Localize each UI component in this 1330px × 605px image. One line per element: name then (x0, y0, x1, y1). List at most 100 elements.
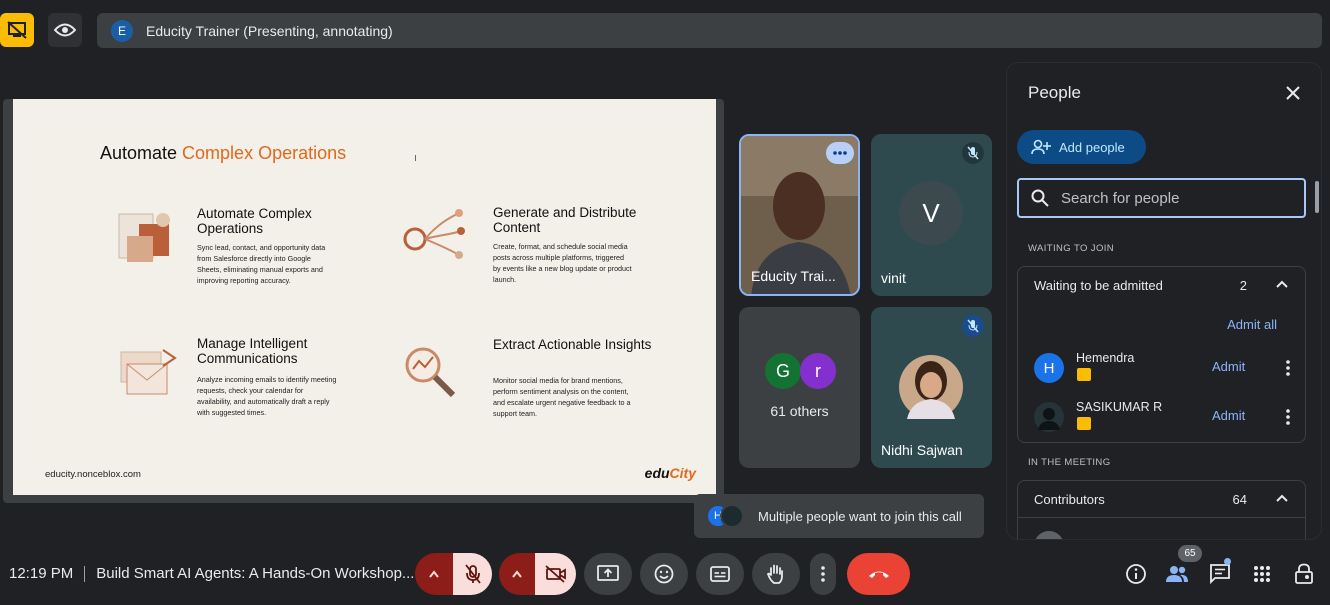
more-horiz-icon (833, 151, 847, 155)
avatar (720, 504, 744, 528)
panel-scrollbar[interactable] (1315, 181, 1319, 213)
participant-tile-trainer[interactable]: Educity Trai... (739, 134, 860, 296)
present-to-all-icon (597, 565, 619, 581)
people-button[interactable] (1165, 562, 1189, 586)
camera-toggle-button[interactable] (535, 553, 576, 595)
chat-button[interactable] (1208, 562, 1232, 586)
person-name: SASIKUMAR R (1076, 400, 1163, 414)
join-request-toast[interactable]: H Multiple people want to join this call (694, 494, 984, 538)
search-field[interactable] (1017, 178, 1306, 218)
divider (1018, 517, 1305, 518)
card-heading: Extract Actionable Insights (493, 337, 652, 352)
videocam-off-icon (544, 565, 566, 583)
admit-all-button[interactable]: Admit all (1227, 317, 1277, 332)
participant-photo (899, 355, 963, 419)
participant-avatar: G (765, 353, 801, 389)
call-end-icon (868, 571, 889, 578)
divider (84, 565, 86, 582)
raise-hand-button[interactable] (752, 553, 800, 595)
card-heading: Generate and Distribute Content (493, 205, 637, 235)
participant-tile-others[interactable]: G r 61 others (739, 307, 860, 468)
more-options-button[interactable] (810, 553, 836, 595)
chevron-up-icon (1276, 280, 1288, 288)
toast-avatars: H (706, 504, 746, 528)
video-settings-button[interactable] (499, 553, 535, 595)
search-input[interactable] (1061, 189, 1281, 207)
clock-time: 12:19 PM (9, 565, 74, 582)
presenter-avatar: E (111, 19, 133, 42)
reactions-button[interactable] (640, 553, 688, 595)
card-body: Monitor social media for brand mentions,… (493, 376, 631, 418)
participant-name: Educity Trai... (751, 268, 836, 284)
admit-button[interactable]: Admit (1212, 408, 1245, 423)
card-heading: Automate Complex Operations (197, 206, 312, 236)
chevron-up-icon (1276, 494, 1288, 502)
chevron-up-icon (512, 570, 522, 578)
eye-icon (54, 23, 76, 37)
audio-settings-button[interactable] (415, 553, 453, 595)
more-vert-icon (821, 566, 825, 582)
admit-button[interactable]: Admit (1212, 359, 1245, 374)
card-heading: Manage Intelligent Communications (197, 336, 308, 366)
content-illustration (403, 209, 465, 259)
presenting-badge-icon (1077, 417, 1091, 430)
more-options-button[interactable] (1280, 357, 1296, 379)
collapse-contributors-button[interactable] (1273, 490, 1291, 508)
presenting-badge-icon (1077, 368, 1091, 381)
insights-illustration (405, 347, 456, 398)
top-bar: E Educity Trainer (Presenting, annotatin… (0, 12, 1330, 50)
waiting-section-label: WAITING TO JOIN (1028, 243, 1115, 254)
present-screen-button[interactable] (584, 553, 632, 595)
slide-footer-url: educity.nonceblox.com (45, 469, 141, 480)
waiting-count: 2 (1239, 278, 1247, 293)
view-button[interactable] (48, 13, 82, 47)
people-count-badge: 65 (1178, 545, 1202, 562)
more-vert-icon (1286, 360, 1290, 376)
activities-button[interactable] (1250, 562, 1274, 586)
avatar: H (1034, 353, 1064, 383)
close-panel-button[interactable] (1283, 83, 1303, 103)
participant-tile-vinit[interactable]: V vinit (871, 134, 992, 296)
card-body: Sync lead, contact, and opportunity data… (197, 243, 326, 285)
participant-tile-nidhi[interactable]: Nidhi Sajwan (871, 307, 992, 468)
presentation-slide: Automate Complex Operations Automate Com… (13, 99, 716, 495)
contributors-group-title: Contributors (1034, 492, 1105, 507)
card-body: Create, format, and schedule social medi… (493, 242, 632, 284)
slide-title: Automate Complex Operations (100, 143, 347, 163)
more-options-button[interactable] (826, 142, 854, 164)
microphone-control (415, 553, 492, 595)
lock-person-icon (1295, 563, 1313, 584)
profile-photo (1034, 402, 1064, 432)
meeting-details-button[interactable] (1124, 562, 1148, 586)
camera-control (499, 553, 576, 595)
add-people-button[interactable]: Add people (1017, 130, 1146, 164)
microphone-toggle-button[interactable] (453, 553, 492, 595)
presentation-frame: Automate Complex Operations Automate Com… (3, 99, 724, 503)
leave-call-button[interactable] (847, 553, 910, 595)
host-controls-button[interactable] (1292, 562, 1316, 586)
person-name: Hemendra (1076, 351, 1135, 365)
add-people-label: Add people (1059, 139, 1125, 155)
panel-title: People (1028, 83, 1081, 102)
waiting-group-title: Waiting to be admitted (1034, 278, 1163, 293)
waiting-person: SASIKUMAR R Admit (1034, 400, 1294, 434)
waiting-person: H Hemendra Admit (1034, 351, 1294, 385)
close-icon (1286, 86, 1300, 100)
chevron-up-icon (429, 570, 439, 578)
presenter-banner: E Educity Trainer (Presenting, annotatin… (97, 13, 1322, 48)
stop-presenting-button[interactable] (0, 13, 34, 47)
participant-avatar: r (800, 353, 836, 389)
captions-button[interactable] (696, 553, 744, 595)
toast-message: Multiple people want to join this call (758, 508, 962, 524)
people-panel: People Add people WAITING TO JO (1006, 62, 1322, 540)
more-options-button[interactable] (1280, 406, 1296, 428)
others-count-label: 61 others (770, 403, 829, 419)
meeting-info: 12:19 PM Build Smart AI Agents: A Hands-… (9, 565, 414, 582)
mic-off-icon (967, 319, 979, 333)
collapse-waiting-button[interactable] (1273, 276, 1291, 294)
info-icon (1126, 564, 1146, 584)
chat-icon (1210, 564, 1230, 585)
presenter-label: Educity Trainer (Presenting, annotating) (146, 22, 393, 39)
hand-icon (766, 564, 783, 584)
muted-indicator (962, 315, 984, 337)
